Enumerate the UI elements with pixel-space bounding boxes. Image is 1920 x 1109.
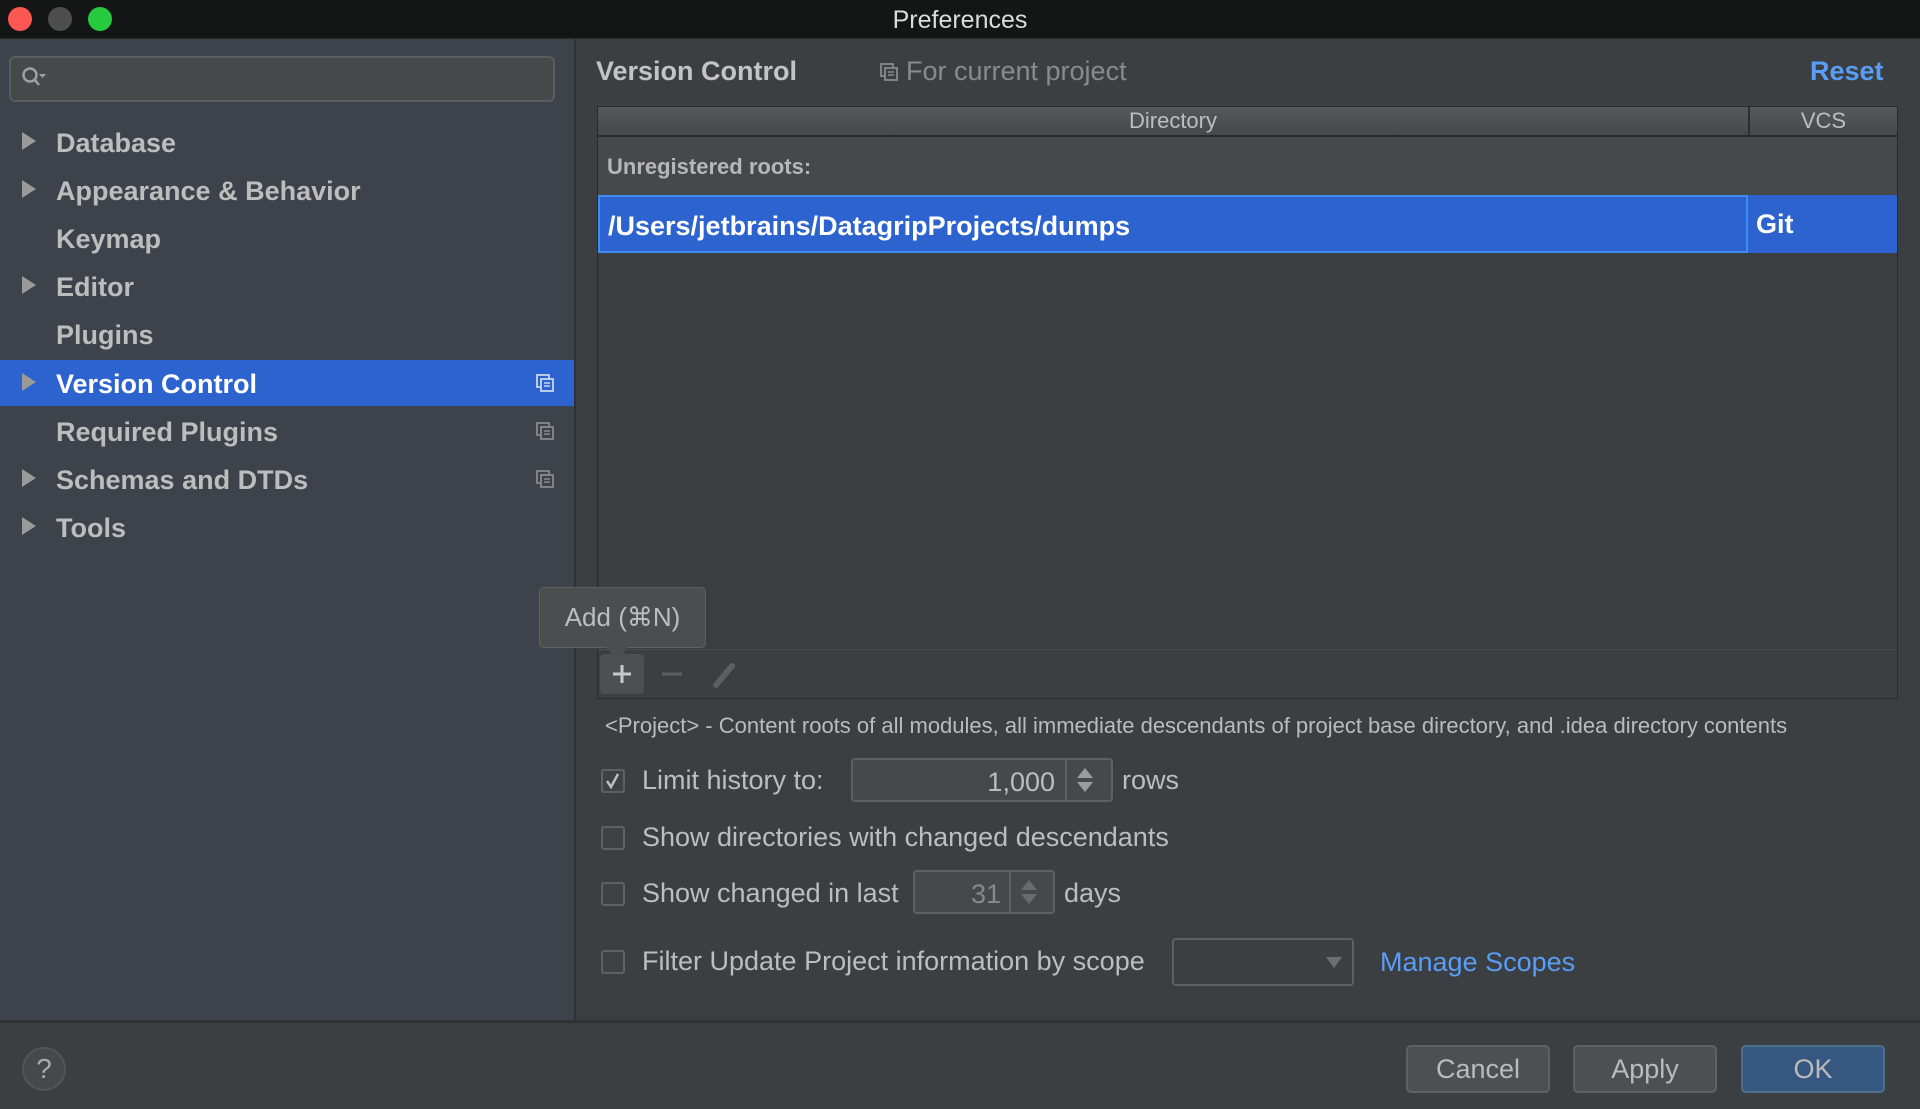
ok-button[interactable]: OK: [1741, 1045, 1885, 1093]
add-tooltip: Add (⌘N): [539, 587, 706, 648]
expand-arrow-icon[interactable]: [22, 517, 36, 535]
sidebar-item-label: Editor: [56, 272, 134, 302]
history-limit-spinner[interactable]: 1,000: [851, 758, 1113, 802]
group-row: Unregistered roots:: [598, 137, 1897, 195]
chevron-down-icon: [1326, 957, 1342, 968]
title-bar: Preferences: [0, 0, 1920, 39]
project-scope-icon: [536, 422, 554, 440]
window-title: Preferences: [892, 6, 1028, 34]
project-scope-icon: [536, 470, 554, 488]
show-changed-checkbox[interactable]: [601, 882, 625, 906]
column-header-directory[interactable]: Directory: [598, 107, 1750, 135]
dialog-footer: ? Cancel Apply OK: [0, 1020, 1920, 1109]
group-label: Unregistered roots:: [607, 154, 812, 179]
minus-icon: [662, 672, 682, 676]
decrement-icon[interactable]: [1077, 782, 1093, 792]
sidebar-item-label: Database: [56, 128, 177, 158]
remove-root-button[interactable]: [650, 654, 694, 694]
sidebar-item-label: Keymap: [56, 224, 162, 254]
project-scope-icon: [536, 374, 554, 392]
main-title: Version Control: [596, 56, 798, 86]
sidebar-item-label: Schemas and DTDs: [56, 465, 309, 495]
vcs-roots-table: Directory VCS Unregistered roots: /Users…: [597, 106, 1898, 650]
limit-history-checkbox[interactable]: [601, 769, 625, 793]
pencil-icon: [713, 663, 735, 688]
apply-button[interactable]: Apply: [1573, 1045, 1717, 1093]
expand-arrow-icon[interactable]: [22, 276, 36, 294]
scope-select[interactable]: [1172, 938, 1354, 986]
project-scope-icon: [880, 63, 898, 81]
days-value[interactable]: 31: [971, 879, 1001, 910]
search-icon: [22, 67, 46, 86]
expand-arrow-icon[interactable]: [22, 180, 36, 198]
settings-sidebar: Database Appearance & Behavior Keymap Edito…: [0, 39, 576, 1020]
limit-history-label: Limit history to:: [642, 765, 824, 795]
edit-root-button[interactable]: [702, 654, 746, 694]
sidebar-item-schemas-and-dtds[interactable]: Schemas and DTDs: [0, 456, 574, 502]
sidebar-item-label: Version Control: [56, 369, 258, 399]
vcs-cell[interactable]: Git: [1748, 195, 1897, 253]
days-spinner[interactable]: 31: [913, 870, 1055, 914]
plus-icon: [613, 665, 631, 683]
checkmark-icon: [605, 773, 620, 790]
increment-icon[interactable]: [1021, 880, 1037, 890]
show-dirs-label: Show directories with changed descendant…: [642, 822, 1169, 852]
vcs-text: Git: [1756, 209, 1794, 239]
decrement-icon[interactable]: [1021, 894, 1037, 904]
expand-arrow-icon[interactable]: [22, 373, 36, 391]
scope-label: For current project: [906, 56, 1127, 86]
days-suffix: days: [1064, 878, 1122, 908]
sidebar-item-tools[interactable]: Tools: [0, 504, 574, 550]
cancel-button[interactable]: Cancel: [1406, 1045, 1550, 1093]
add-root-button[interactable]: [600, 654, 644, 694]
table-header: Directory VCS: [598, 107, 1897, 137]
column-header-vcs[interactable]: VCS: [1750, 107, 1897, 135]
tooltip-text: Add (⌘N): [564, 602, 681, 632]
show-changed-label: Show changed in last: [642, 878, 899, 908]
tooltip-pointer: [605, 646, 629, 660]
directory-cell[interactable]: /Users/jetbrains/DatagripProjects/dumps: [598, 195, 1748, 253]
expand-arrow-icon[interactable]: [22, 469, 36, 487]
help-button[interactable]: ?: [22, 1047, 66, 1091]
sidebar-item-label: Plugins: [56, 320, 154, 350]
history-spinner-arrows[interactable]: [1065, 760, 1111, 800]
table-toolbar: [597, 649, 1898, 699]
sidebar-item-keymap[interactable]: Keymap: [0, 215, 574, 261]
filter-scope-checkbox[interactable]: [601, 950, 625, 974]
expand-arrow-icon[interactable]: [22, 132, 36, 150]
rows-suffix: rows: [1122, 765, 1180, 795]
days-spinner-arrows[interactable]: [1009, 872, 1053, 912]
reset-link[interactable]: Reset: [1810, 56, 1884, 87]
sidebar-item-editor[interactable]: Editor: [0, 263, 574, 309]
sidebar-item-required-plugins[interactable]: Required Plugins: [0, 408, 574, 454]
sidebar-item-database[interactable]: Database: [0, 119, 574, 165]
sidebar-item-label: Required Plugins: [56, 417, 279, 447]
increment-icon[interactable]: [1077, 768, 1093, 778]
table-row[interactable]: /Users/jetbrains/DatagripProjects/dumps …: [598, 195, 1897, 253]
history-limit-value[interactable]: 1,000: [987, 767, 1055, 798]
sidebar-item-appearance-behavior[interactable]: Appearance & Behavior: [0, 167, 574, 213]
directory-text: /Users/jetbrains/DatagripProjects/dumps: [608, 211, 1131, 241]
sidebar-item-version-control[interactable]: Version Control: [0, 360, 574, 406]
manage-scopes-link[interactable]: Manage Scopes: [1380, 947, 1575, 978]
show-dirs-checkbox[interactable]: [601, 826, 625, 850]
settings-search-input[interactable]: [9, 56, 555, 102]
filter-scope-label: Filter Update Project information by sco…: [642, 946, 1145, 976]
roots-description: <Project> - Content roots of all modules…: [605, 713, 1788, 738]
sidebar-item-plugins[interactable]: Plugins: [0, 311, 574, 357]
sidebar-item-label: Tools: [56, 513, 126, 543]
sidebar-item-label: Appearance & Behavior: [56, 176, 361, 206]
